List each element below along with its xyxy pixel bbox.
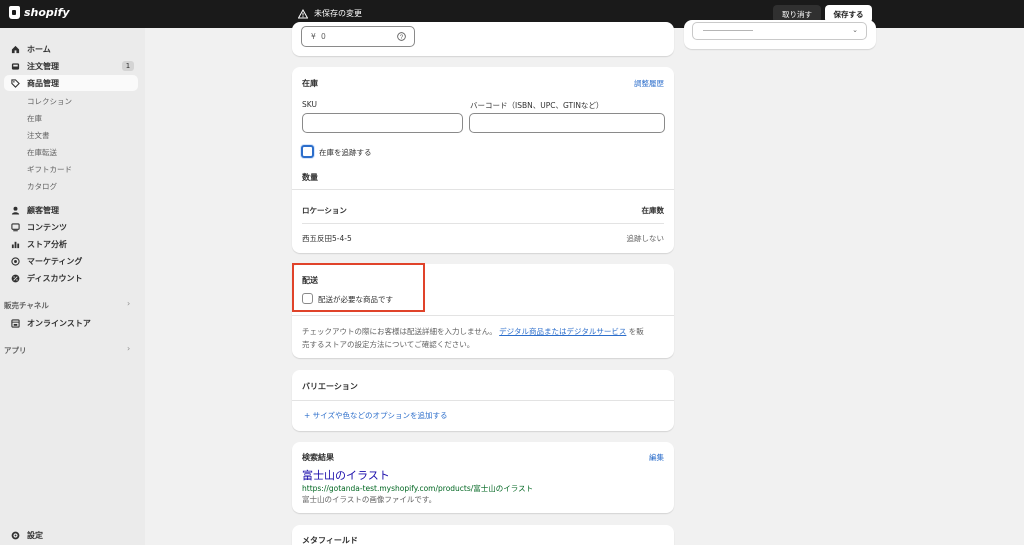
sidebar-item-marketing[interactable]: マーケティング (4, 253, 138, 269)
cost-value: 0 (321, 32, 326, 41)
sku-label: SKU (302, 100, 317, 109)
seo-card: 検索結果 編集 富士山のイラスト https://gotanda-test.my… (292, 442, 674, 513)
sidebar-item-label: オンラインストア (27, 318, 91, 328)
sidebar-item-label: 商品管理 (27, 78, 59, 88)
metafields-card: メタフィールド (292, 525, 674, 545)
chevron-down-icon: ⌄ (852, 26, 858, 34)
sidebar-subitem-inventory[interactable]: 在庫 (27, 113, 42, 124)
sidebar-item-label: ホーム (27, 44, 51, 54)
shopify-bag-icon (9, 6, 20, 19)
add-options-button[interactable]: + サイズや色などのオプションを追加する (304, 410, 447, 421)
sidebar-item-orders[interactable]: 注文管理 1 (4, 58, 138, 74)
inventory-card: 在庫 調整履歴 SKU バーコード（ISBN、UPC、GTINなど） 在庫を追跡… (292, 67, 674, 253)
seo-description: 富士山のイラストの画像ファイルです。 (302, 495, 437, 504)
shopify-logo[interactable]: shopify (9, 6, 70, 19)
help-icon[interactable]: ? (397, 32, 406, 41)
digital-products-link[interactable]: デジタル商品またはデジタルサービス (499, 327, 626, 336)
divider (302, 223, 664, 224)
divider (292, 189, 674, 190)
shipping-note: チェックアウトの際にお客様は配送詳細を入力しません。 デジタル商品またはデジタル… (302, 325, 667, 351)
sidebar-subitem-catalogs[interactable]: カタログ (27, 181, 57, 192)
sidebar-subitem-gift-cards[interactable]: ギフトカード (27, 164, 72, 175)
shipping-note-text-after: を販 (628, 327, 644, 336)
organization-card: ⌄ (684, 20, 876, 49)
unsaved-text: 未保存の変更 (314, 9, 362, 18)
chevron-right-icon[interactable]: › (127, 344, 130, 353)
chevron-right-icon[interactable]: › (127, 299, 130, 308)
annotation-highlight-box (292, 263, 425, 312)
stock-column-header: 在庫数 (641, 206, 665, 215)
target-icon (11, 256, 20, 266)
barcode-label: バーコード（ISBN、UPC、GTINなど） (470, 101, 604, 110)
sidebar-item-label: コンテンツ (27, 222, 67, 232)
category-select[interactable]: ⌄ (692, 22, 867, 40)
sales-channels-heading[interactable]: 販売チャネル (4, 300, 49, 311)
variants-card: バリエーション + サイズや色などのオプションを追加する (292, 370, 674, 431)
seo-page-title: 富士山のイラスト (302, 469, 390, 482)
chart-icon (11, 241, 20, 248)
location-column-header: ロケーション (302, 206, 347, 215)
cost-input[interactable]: ¥ 0 ? (301, 26, 415, 47)
sidebar-item-products[interactable]: 商品管理 (4, 75, 138, 91)
content-icon (11, 222, 20, 231)
sidebar-item-content[interactable]: コンテンツ (4, 219, 138, 235)
sidebar-item-label: 顧客管理 (27, 205, 59, 215)
brand-name: shopify (24, 6, 70, 19)
select-text-fragment (703, 30, 753, 31)
barcode-input[interactable] (469, 113, 665, 133)
store-icon (11, 318, 20, 328)
price-card: ¥ 0 ? (292, 22, 674, 56)
sidebar-item-label: ディスカウント (27, 273, 83, 283)
sidebar-item-online-store[interactable]: オンラインストア (4, 315, 138, 331)
sidebar-item-customers[interactable]: 顧客管理 (4, 202, 138, 218)
stock-value: 追跡しない (626, 234, 665, 243)
unsaved-changes-indicator: 未保存の変更 (298, 8, 362, 19)
quantity-heading: 数量 (302, 173, 318, 182)
sidebar-subitem-purchase-orders[interactable]: 注文書 (27, 130, 50, 141)
orders-count-badge: 1 (122, 61, 134, 71)
shipping-note-line2: 売するストアの設定方法についてご確認ください。 (302, 340, 475, 349)
sidebar-item-discounts[interactable]: ディスカウント (4, 270, 138, 286)
sidebar-item-label: ストア分析 (27, 239, 67, 249)
discount-icon (11, 274, 20, 282)
inventory-title: 在庫 (302, 79, 318, 88)
person-icon (11, 206, 20, 215)
gear-icon (11, 531, 20, 539)
track-inventory-label: 在庫を追跡する (319, 148, 372, 157)
tag-icon (11, 78, 20, 88)
sidebar-item-home[interactable]: ホーム (4, 41, 138, 57)
home-icon (11, 45, 20, 53)
sidebar-item-label: マーケティング (27, 256, 83, 266)
sidebar-item-label: 設定 (27, 530, 43, 540)
sidebar-item-settings[interactable]: 設定 (4, 527, 138, 543)
inbox-icon (11, 62, 20, 70)
apps-heading[interactable]: アプリ (4, 345, 27, 356)
adjustment-history-link[interactable]: 調整履歴 (634, 78, 664, 89)
shipping-note-text: チェックアウトの際にお客様は配送詳細を入力しません。 (302, 327, 497, 336)
metafields-title: メタフィールド (302, 536, 358, 545)
divider (292, 315, 674, 316)
sidebar-item-label: 注文管理 (27, 61, 59, 71)
sidebar: ホーム 注文管理 1 商品管理 コレクション 在庫 注文書 在庫転送 ギフトカー… (0, 28, 145, 545)
divider (292, 400, 674, 401)
svg-text:?: ? (400, 34, 404, 41)
sidebar-subitem-collections[interactable]: コレクション (27, 96, 72, 107)
location-name: 西五反田5-4-5 (302, 234, 352, 243)
currency-symbol: ¥ (311, 32, 316, 41)
seo-title: 検索結果 (302, 453, 334, 462)
variants-title: バリエーション (302, 382, 358, 391)
sku-input[interactable] (302, 113, 463, 133)
sidebar-subitem-transfers[interactable]: 在庫転送 (27, 147, 57, 158)
sidebar-item-analytics[interactable]: ストア分析 (4, 236, 138, 252)
seo-edit-link[interactable]: 編集 (649, 452, 664, 463)
seo-url: https://gotanda-test.myshopify.com/produ… (302, 484, 534, 493)
warning-icon (298, 8, 308, 18)
track-inventory-checkbox[interactable] (301, 145, 314, 158)
